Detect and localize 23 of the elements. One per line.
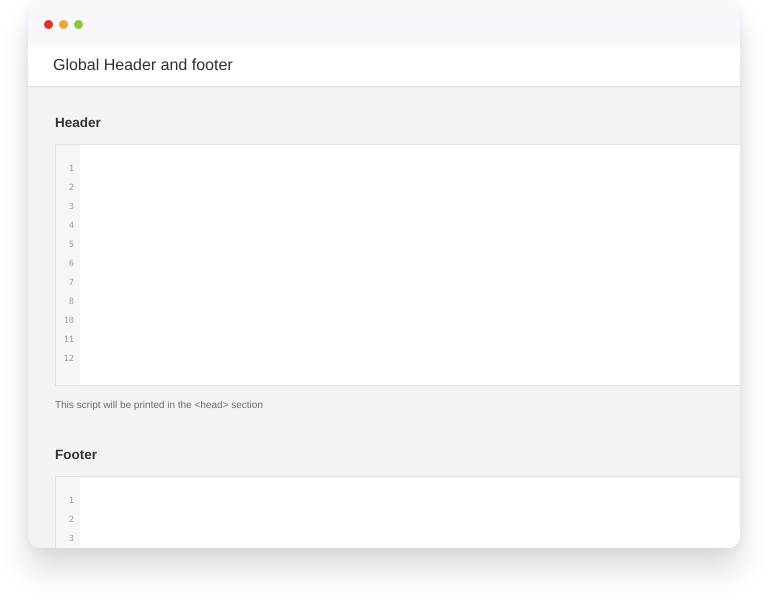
line-number: 5 [68,239,74,252]
line-number: 3 [68,533,74,546]
line-number: 3 [68,201,74,214]
line-number: 10 [64,315,74,328]
line-number: 4 [68,220,74,233]
window-control-dot[interactable] [59,20,68,28]
section-label: Header [55,115,102,130]
window-control-dot[interactable] [44,20,53,28]
window-control-dot[interactable] [74,20,83,28]
line-number: 7 [68,277,74,290]
code-editor[interactable]: 1 2 3 4 5 6 7 8 10 11 12 [55,144,740,386]
section-label: Footer [55,447,98,462]
line-number: 2 [68,514,74,527]
line-number: 6 [68,258,74,271]
line-number: 1 [68,495,74,508]
line-number: 8 [68,296,74,309]
line-number: 12 [64,353,74,366]
line-number: 11 [64,334,74,347]
line-number: 2 [68,182,74,195]
line-number: 1 [68,163,74,176]
code-editor[interactable]: 1 2 3 [55,476,740,548]
page-title: Global Header and footer [53,56,233,74]
help-text: This script will be printed in the <head> section [55,400,264,411]
